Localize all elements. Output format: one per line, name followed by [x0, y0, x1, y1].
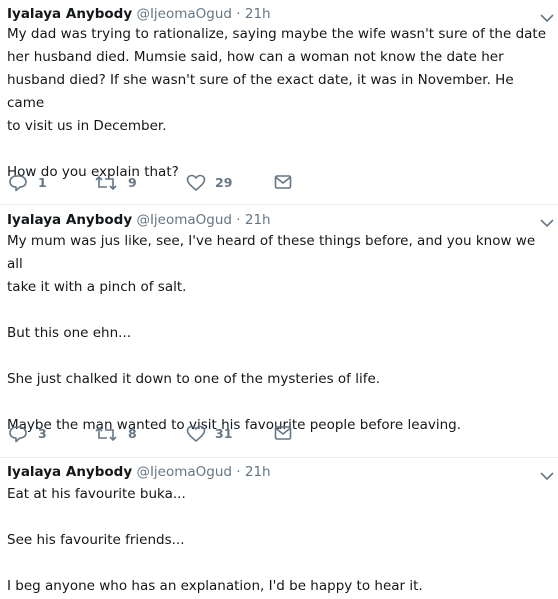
retweet-count: 8 [128, 426, 137, 441]
tweet-paragraph: She just chalked it down to one of the m… [7, 371, 381, 387]
retweet-icon [95, 175, 117, 191]
like-count: 29 [215, 175, 233, 190]
tweet-paragraph: My mum was jus like, see, I've heard of … [7, 233, 536, 295]
tweet-header: Iyalaya Anybody @IjeomaOgud · 21h [7, 211, 271, 229]
tweet-paragraph: But this one ehn... [7, 325, 132, 341]
tweet-header: Iyalaya Anybody @IjeomaOgud · 21h [7, 5, 271, 23]
tweet-text: My mum was jus like, see, I've heard of … [7, 230, 548, 437]
tweet-paragraph: See his favourite friends... [7, 532, 185, 548]
tweet-2[interactable]: Iyalaya Anybody @IjeomaOgud · 21h My mum… [0, 205, 558, 458]
tweet-actions: 1 9 29 [0, 173, 320, 193]
tweet-header: Iyalaya Anybody @IjeomaOgud · 21h [7, 463, 271, 481]
tweet-1[interactable]: Iyalaya Anybody @IjeomaOgud · 21h My dad… [0, 0, 558, 205]
author-handle[interactable]: @IjeomaOgud [136, 6, 232, 22]
tweet-paragraph: My dad was trying to rationalize, saying… [7, 26, 547, 134]
reply-icon [9, 175, 27, 192]
tweet-paragraph: Eat at his favourite buka... [7, 486, 186, 502]
author-handle[interactable]: @IjeomaOgud [136, 464, 232, 480]
heart-icon [186, 425, 206, 442]
direct-message-button[interactable] [274, 424, 294, 444]
separator-dot: · [236, 464, 241, 480]
reply-count: 3 [38, 426, 47, 441]
tweet-text: Eat at his favourite buka... See his fav… [7, 483, 548, 598]
reply-icon [9, 426, 27, 443]
retweet-button[interactable]: 9 [95, 173, 145, 193]
envelope-icon [274, 426, 292, 440]
reply-button[interactable]: 1 [8, 173, 58, 193]
direct-message-button[interactable] [274, 173, 294, 193]
envelope-icon [274, 175, 292, 189]
tweet-text: My dad was trying to rationalize, saying… [7, 23, 548, 184]
heart-icon [186, 174, 206, 191]
retweet-icon [95, 426, 117, 442]
retweet-button[interactable]: 8 [95, 424, 145, 444]
reply-count: 1 [38, 175, 47, 190]
chevron-down-icon[interactable] [539, 217, 555, 229]
separator-dot: · [236, 6, 241, 22]
like-button[interactable]: 31 [186, 424, 246, 444]
author-name[interactable]: Iyalaya Anybody [7, 6, 132, 22]
author-name[interactable]: Iyalaya Anybody [7, 212, 132, 228]
chevron-down-icon[interactable] [539, 470, 555, 482]
like-count: 31 [215, 426, 233, 441]
tweet-time[interactable]: 21h [245, 464, 271, 480]
author-handle[interactable]: @IjeomaOgud [136, 212, 232, 228]
reply-button[interactable]: 3 [8, 424, 58, 444]
tweet-paragraph: I beg anyone who has an explanation, I'd… [7, 578, 423, 594]
tweet-actions: 3 8 31 [0, 424, 320, 444]
like-button[interactable]: 29 [186, 173, 246, 193]
separator-dot: · [236, 212, 241, 228]
retweet-count: 9 [128, 175, 137, 190]
tweet-time[interactable]: 21h [245, 6, 271, 22]
tweet-3[interactable]: Iyalaya Anybody @IjeomaOgud · 21h Eat at… [0, 458, 558, 599]
author-name[interactable]: Iyalaya Anybody [7, 464, 132, 480]
tweet-time[interactable]: 21h [245, 212, 271, 228]
